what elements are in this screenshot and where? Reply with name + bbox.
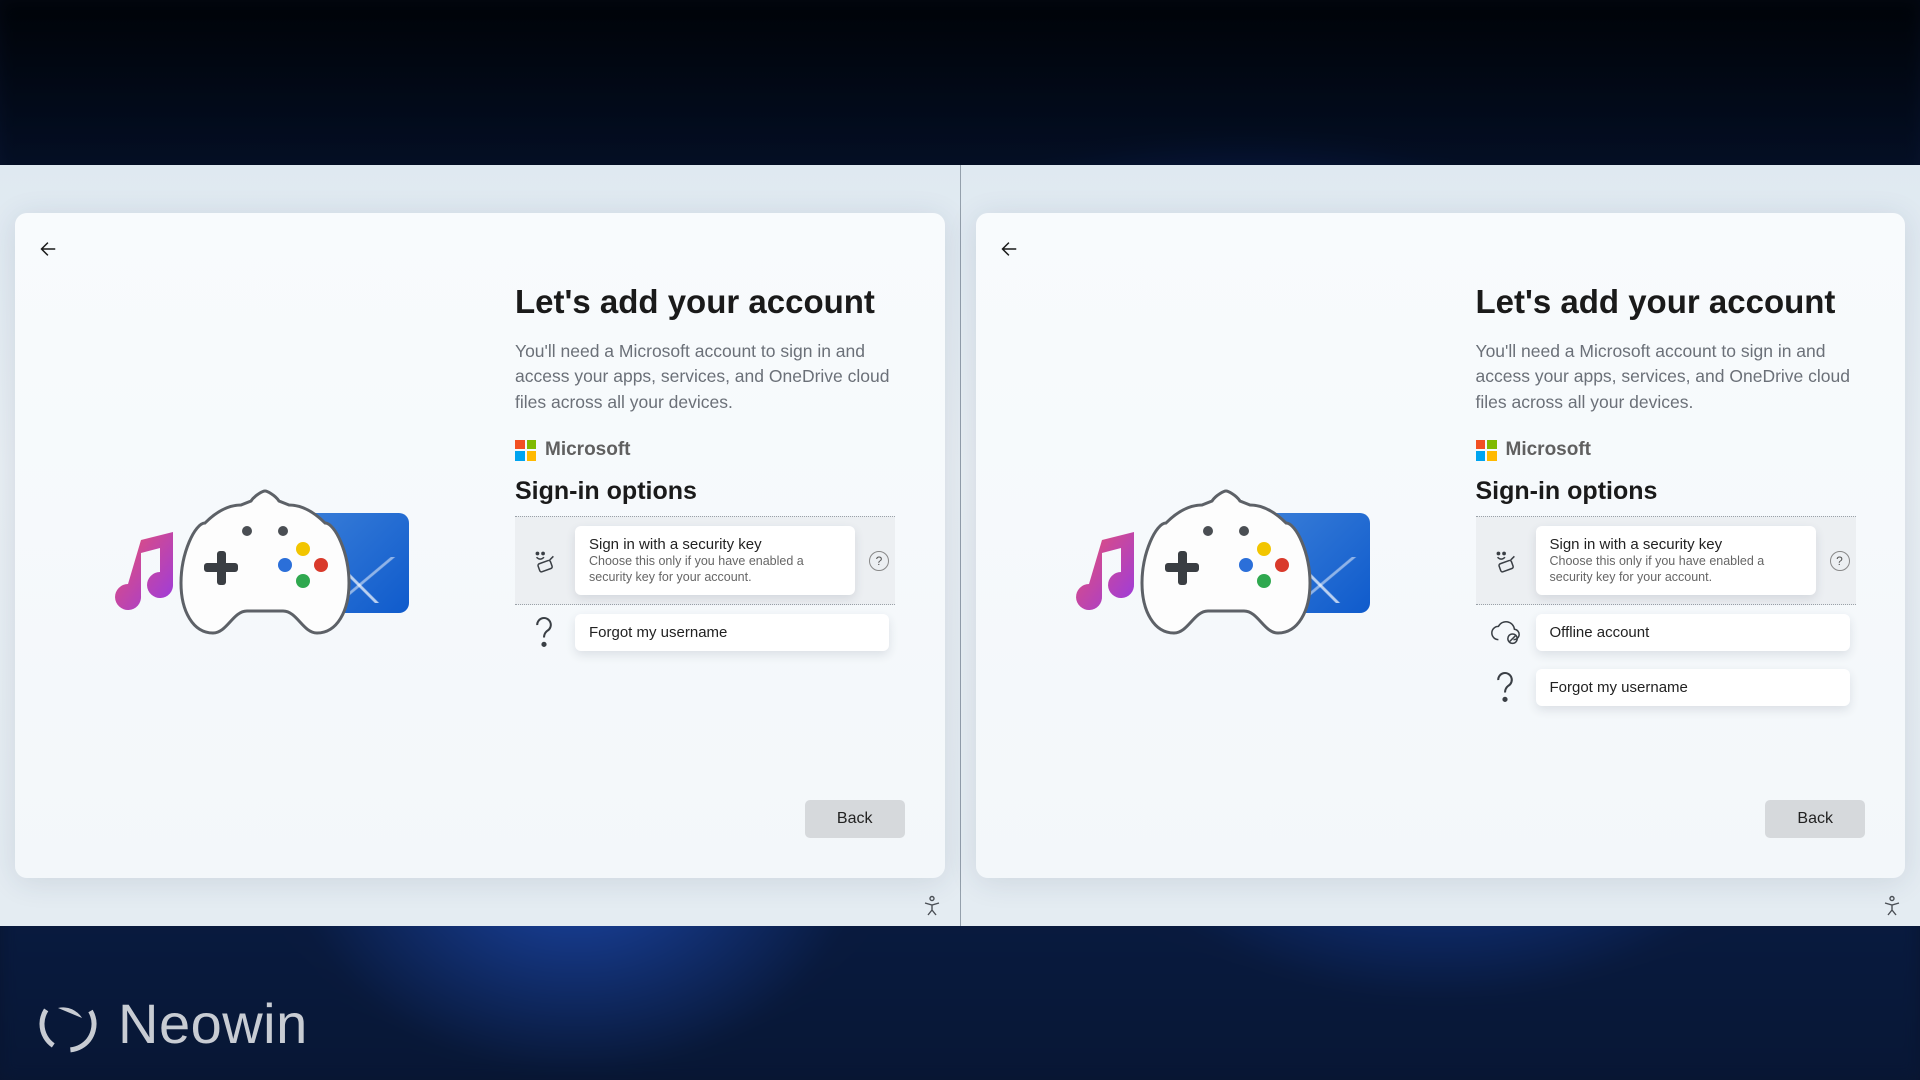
- back-arrow-icon[interactable]: [994, 235, 1022, 263]
- option-forgot-username-label: Forgot my username: [1550, 679, 1688, 696]
- microsoft-wordmark: Microsoft: [1506, 439, 1592, 461]
- option-security-key[interactable]: Sign in with a security key Choose this …: [1476, 516, 1856, 605]
- option-security-key-title: Sign in with a security key: [1550, 536, 1802, 553]
- music-note-icon: [113, 528, 183, 618]
- signin-options-list: Sign in with a security key Choose this …: [1476, 516, 1856, 715]
- panel-right: Let's add your account You'll need a Mic…: [961, 165, 1920, 926]
- option-security-key-sub: Choose this only if you have enabled a s…: [1550, 554, 1802, 585]
- microsoft-logo: Microsoft: [1476, 439, 1866, 461]
- back-button[interactable]: Back: [805, 800, 905, 838]
- option-security-key-sub: Choose this only if you have enabled a s…: [589, 554, 841, 585]
- cloud-offline-icon: [1488, 616, 1522, 650]
- hero-illustration: [105, 473, 415, 673]
- neowin-watermark: Neowin: [38, 991, 308, 1056]
- hero-illustration: [1066, 473, 1376, 673]
- microsoft-squares-icon: [515, 440, 536, 461]
- neowin-wordmark: Neowin: [118, 991, 308, 1056]
- option-security-key[interactable]: Sign in with a security key Choose this …: [515, 516, 895, 605]
- page-subtitle: You'll need a Microsoft account to sign …: [515, 339, 905, 415]
- oobe-card-right: Let's add your account You'll need a Mic…: [976, 213, 1906, 878]
- option-security-key-title: Sign in with a security key: [589, 536, 841, 553]
- signin-options-heading: Sign-in options: [515, 477, 905, 506]
- music-note-icon: [1074, 528, 1144, 618]
- microsoft-logo: Microsoft: [515, 439, 905, 461]
- neowin-logo-icon: [38, 994, 98, 1054]
- comparison-panels: Let's add your account You'll need a Mic…: [0, 165, 1920, 926]
- game-controller-icon: [175, 483, 355, 643]
- content-right: Let's add your account You'll need a Mic…: [1476, 283, 1866, 715]
- microsoft-wordmark: Microsoft: [545, 439, 631, 461]
- accessibility-icon[interactable]: [1880, 894, 1904, 918]
- microsoft-squares-icon: [1476, 440, 1497, 461]
- banner-top: [0, 0, 1920, 165]
- option-forgot-username[interactable]: Forgot my username: [1476, 660, 1856, 715]
- signin-options-heading: Sign-in options: [1476, 477, 1866, 506]
- option-offline-account[interactable]: Offline account: [1476, 605, 1856, 660]
- page-title: Let's add your account: [515, 283, 905, 321]
- question-icon: [527, 616, 561, 650]
- accessibility-icon[interactable]: [920, 894, 944, 918]
- back-button[interactable]: Back: [1765, 800, 1865, 838]
- back-arrow-icon[interactable]: [33, 235, 61, 263]
- content-left: Let's add your account You'll need a Mic…: [515, 283, 905, 660]
- page-title: Let's add your account: [1476, 283, 1866, 321]
- game-controller-icon: [1136, 483, 1316, 643]
- help-icon[interactable]: ?: [1830, 551, 1850, 571]
- option-offline-account-label: Offline account: [1550, 624, 1650, 641]
- question-icon: [1488, 671, 1522, 705]
- help-icon[interactable]: ?: [869, 551, 889, 571]
- security-key-icon: [527, 544, 561, 578]
- option-forgot-username[interactable]: Forgot my username: [515, 605, 895, 660]
- signin-options-list: Sign in with a security key Choose this …: [515, 516, 895, 660]
- page-subtitle: You'll need a Microsoft account to sign …: [1476, 339, 1866, 415]
- option-forgot-username-label: Forgot my username: [589, 624, 727, 641]
- panel-left: Let's add your account You'll need a Mic…: [0, 165, 961, 926]
- oobe-card-left: Let's add your account You'll need a Mic…: [15, 213, 945, 878]
- security-key-icon: [1488, 544, 1522, 578]
